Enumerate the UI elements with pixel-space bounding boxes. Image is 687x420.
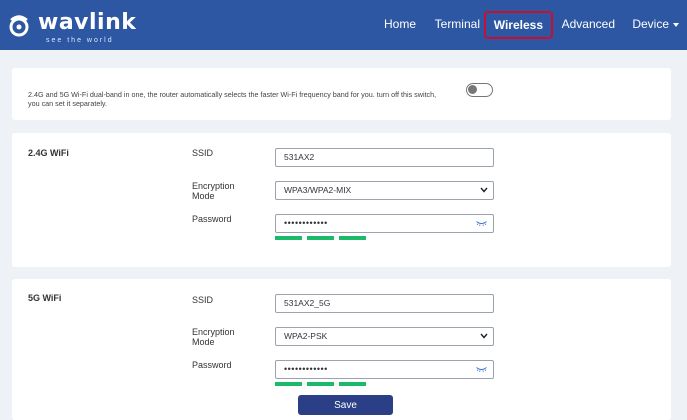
password-label-5g: Password — [192, 360, 232, 370]
logo-text: wavlink — [38, 10, 137, 35]
strength-bar — [275, 382, 302, 386]
encryption-label-line1: Encryption — [192, 181, 235, 191]
password-value-24g: •••••••••••• — [284, 218, 328, 228]
password-input-5g[interactable]: •••••••••••• — [275, 360, 494, 379]
password-value-5g: •••••••••••• — [284, 364, 328, 374]
nav-device[interactable]: Device — [632, 17, 669, 31]
encryption-value-5g: WPA2-PSK — [284, 331, 328, 341]
dual-band-card: 2.4G and 5G Wi-Fi dual-band in one, the … — [12, 68, 671, 120]
strength-bar — [307, 382, 334, 386]
save-button[interactable]: Save — [298, 395, 393, 415]
caret-down-icon[interactable] — [673, 23, 679, 27]
wifi-24g-card: 2.4G WiFi SSID 531AX2 Encryption Mode WP… — [12, 133, 671, 267]
eye-closed-icon[interactable] — [476, 220, 487, 227]
password-strength-5g — [275, 382, 375, 386]
wavlink-logo[interactable]: wavlink see the world — [6, 10, 136, 44]
encryption-label-5g: Encryption Mode — [192, 327, 235, 347]
encryption-select-24g[interactable]: WPA3/WPA2-MIX — [275, 181, 494, 200]
password-strength-24g — [275, 236, 375, 240]
encryption-label-24g: Encryption Mode — [192, 181, 235, 201]
strength-bar — [275, 236, 302, 240]
chevron-down-icon — [480, 333, 488, 339]
password-input-24g[interactable]: •••••••••••• — [275, 214, 494, 233]
ssid-input-5g[interactable]: 531AX2_5G — [275, 294, 494, 313]
nav-advanced[interactable]: Advanced — [562, 17, 615, 31]
wavlink-logo-icon — [9, 15, 29, 37]
chevron-down-icon — [480, 187, 488, 193]
nav-terminal[interactable]: Terminal — [435, 17, 480, 31]
wifi-24g-title: 2.4G WiFi — [28, 148, 69, 158]
encryption-label-line2: Mode — [192, 191, 215, 201]
encryption-label-line2: Mode — [192, 337, 215, 347]
ssid-label-24g: SSID — [192, 148, 214, 158]
ssid-input-24g[interactable]: 531AX2 — [275, 148, 494, 167]
password-label-24g: Password — [192, 214, 232, 224]
nav-home[interactable]: Home — [384, 17, 416, 31]
dual-band-toggle[interactable] — [466, 83, 493, 97]
strength-bar — [339, 236, 366, 240]
dual-band-description: 2.4G and 5G Wi-Fi dual-band in one, the … — [28, 90, 437, 108]
ssid-label-5g: SSID — [192, 295, 214, 305]
strength-bar — [307, 236, 334, 240]
strength-bar — [339, 382, 366, 386]
encryption-select-5g[interactable]: WPA2-PSK — [275, 327, 494, 346]
nav-wireless[interactable]: Wireless — [483, 11, 553, 39]
encryption-label-line1: Encryption — [192, 327, 235, 337]
wifi-5g-title: 5G WiFi — [28, 293, 62, 303]
eye-closed-icon[interactable] — [476, 366, 487, 373]
encryption-value-24g: WPA3/WPA2-MIX — [284, 185, 352, 195]
toggle-knob — [468, 85, 477, 94]
logo-tagline: see the world — [46, 37, 114, 44]
header-bar: wavlink see the world Home Terminal Wire… — [0, 0, 687, 50]
